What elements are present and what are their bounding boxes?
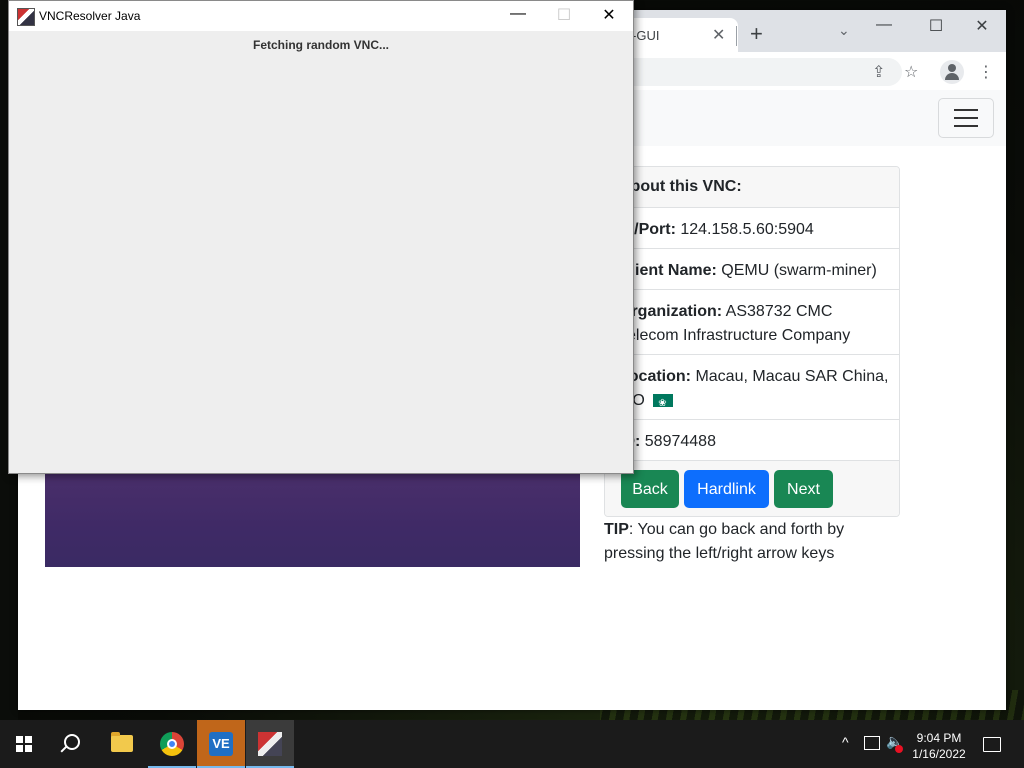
- client-name-value: QEMU (swarm-miner): [721, 262, 877, 279]
- search-button[interactable]: [48, 720, 96, 768]
- java-app-icon: [17, 8, 35, 26]
- file-explorer-button[interactable]: [98, 720, 146, 768]
- windows-taskbar: VE ^ 🔈 9:04 PM 1/16/2022: [0, 720, 1024, 768]
- tab-title: -GUI: [632, 28, 660, 43]
- browser-close-button[interactable]: ✕: [962, 16, 1002, 36]
- macau-flag-icon: [653, 392, 674, 416]
- browser-maximize-button[interactable]: ☐: [916, 16, 956, 36]
- java-close-button[interactable]: ✕: [589, 5, 629, 25]
- location-row: Location: Macau, Macau SAR China, MO: [605, 355, 899, 420]
- vnc-screenshot-preview: [45, 470, 580, 567]
- java-minimize-button[interactable]: —: [498, 5, 538, 23]
- client-name-row: Client Name: QEMU (swarm-miner): [605, 249, 899, 290]
- hardlink-button[interactable]: Hardlink: [684, 470, 769, 508]
- chrome-icon: [160, 732, 184, 756]
- windows-logo-icon: [16, 736, 32, 752]
- id-value: 58974488: [644, 433, 716, 450]
- java-app-icon: [258, 732, 282, 756]
- java-title-bar[interactable]: VNCResolver Java — ☐ ✕: [9, 1, 633, 31]
- tab-search-icon[interactable]: ⌄: [838, 22, 850, 39]
- vnc-viewer-taskbar-button[interactable]: VE: [197, 720, 245, 768]
- system-clock[interactable]: 9:04 PM 1/16/2022: [904, 730, 974, 762]
- clock-time: 9:04 PM: [916, 731, 962, 745]
- vncresolver-java-window: VNCResolver Java — ☐ ✕ Fetching random V…: [8, 0, 634, 474]
- id-row: ID: 58974488: [605, 420, 899, 461]
- clock-date: 1/16/2022: [912, 747, 966, 761]
- show-hidden-icons-chevron-icon[interactable]: ^: [842, 734, 849, 750]
- ip-port-value: 124.158.5.60:5904: [680, 221, 814, 238]
- tab-close-icon[interactable]: ✕: [712, 25, 725, 45]
- organization-label: Organization:: [619, 303, 723, 320]
- fetching-status-label: Fetching random VNC...: [252, 38, 389, 52]
- ip-port-row: IP/Port: 124.158.5.60:5904: [605, 208, 899, 249]
- chrome-taskbar-button[interactable]: [148, 720, 196, 768]
- vnc-info-card: About this VNC: IP/Port: 124.158.5.60:59…: [604, 166, 900, 517]
- organization-row: Organization: AS38732 CMC Telecom Infras…: [605, 290, 899, 355]
- java-app-taskbar-button[interactable]: [246, 720, 294, 768]
- profile-icon[interactable]: [940, 60, 964, 84]
- tab-separator: [736, 26, 737, 46]
- tip-body: : You can go back and forth by pressing …: [604, 521, 845, 562]
- hamburger-menu-button[interactable]: [938, 98, 994, 138]
- bookmark-star-icon[interactable]: ☆: [904, 62, 918, 82]
- java-maximize-button: ☐: [556, 7, 572, 24]
- card-footer: Back Hardlink Next: [605, 461, 899, 516]
- action-center-icon[interactable]: [983, 737, 1001, 752]
- browser-minimize-button[interactable]: —: [864, 16, 904, 34]
- tip-text: TIP: You can go back and forth by pressi…: [604, 518, 904, 566]
- java-window-title: VNCResolver Java: [39, 9, 141, 23]
- search-icon: [64, 734, 80, 750]
- network-icon[interactable]: [864, 736, 880, 750]
- vnc-viewer-icon: VE: [209, 732, 233, 756]
- next-button[interactable]: Next: [774, 470, 833, 508]
- volume-muted-badge-icon: [895, 745, 903, 753]
- new-tab-icon[interactable]: +: [750, 21, 763, 47]
- share-icon[interactable]: ⇪: [872, 62, 885, 82]
- card-header: About this VNC:: [605, 167, 899, 208]
- folder-icon: [111, 732, 133, 752]
- back-button[interactable]: Back: [621, 470, 679, 508]
- start-button[interactable]: [0, 720, 48, 768]
- tip-label: TIP: [604, 521, 629, 538]
- browser-menu-icon[interactable]: ⋮: [978, 62, 994, 82]
